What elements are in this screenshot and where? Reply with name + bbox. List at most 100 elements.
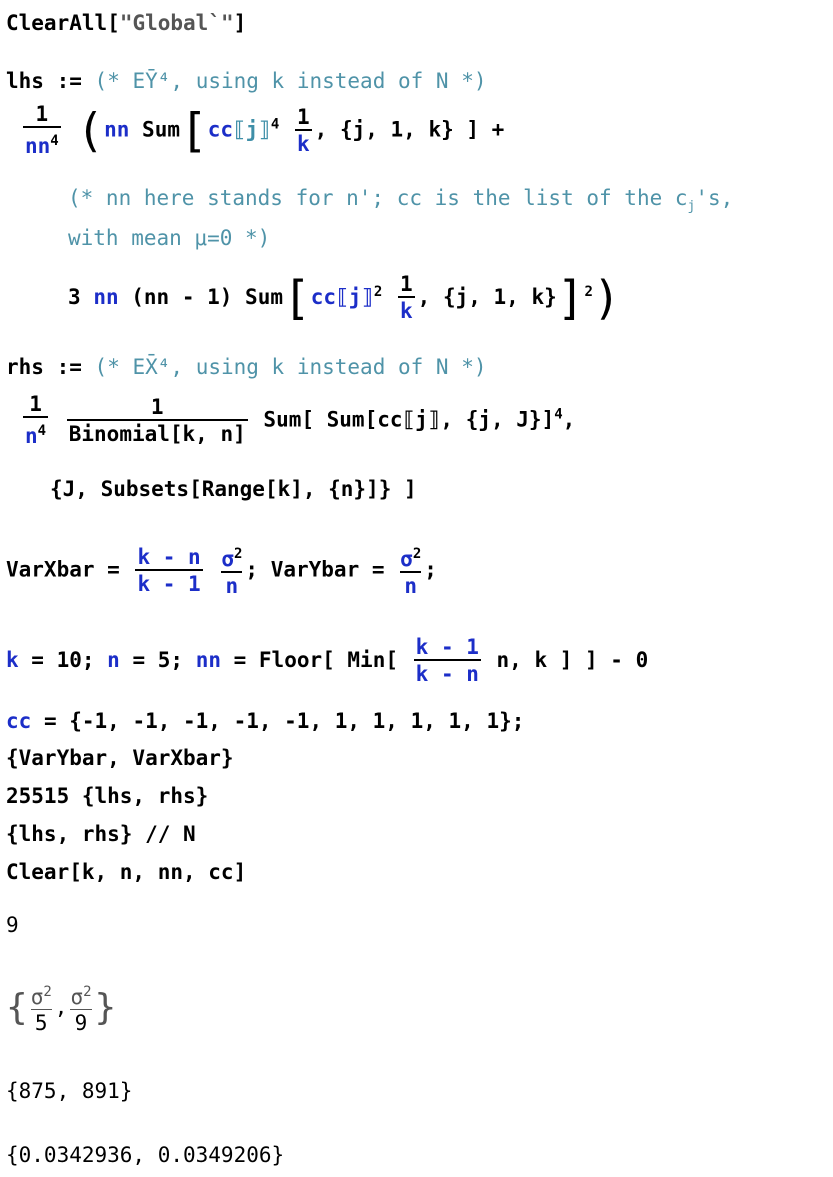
bracket: [ — [179, 103, 208, 158]
assignment-line[interactable]: k = 10; n = 5; nn = Floor[ Min[ k - 1k -… — [6, 635, 648, 687]
floor-fn: = Floor[ Min[ — [220, 648, 398, 672]
frac-den: 9 — [70, 1009, 92, 1036]
paren: ( — [76, 103, 105, 158]
frac: 1k — [295, 105, 312, 157]
frac: σ2 n — [221, 542, 243, 599]
frac-num: 1 — [35, 102, 49, 126]
sum-expr: Sum[ Sum[cc⟦j⟧, {j, J}] — [263, 407, 555, 432]
frac: σ2 n — [400, 542, 422, 599]
comment-text: (* nn here stands for n'; cc is the list… — [68, 186, 688, 210]
frac: 1k — [398, 272, 415, 324]
frac: 1 n4 — [23, 392, 49, 449]
brace: { — [6, 987, 28, 1028]
varybar: ; VarYbar = — [245, 557, 385, 582]
var-definitions[interactable]: VarXbar = k - nk - 1 σ2 n; VarYbar = σ2 n; — [6, 542, 437, 599]
frac-den: k - 1 — [135, 568, 203, 597]
frac-num: 1 — [29, 392, 42, 416]
n-value: = 5; — [119, 648, 196, 672]
frac-den: n — [400, 571, 422, 599]
bracket: [ — [282, 271, 311, 325]
rhs-name: rhs — [6, 355, 44, 379]
frac: 1 Binomial[k, n] — [66, 394, 248, 447]
cc-var: cc — [6, 709, 32, 733]
scale-line[interactable]: 25515 {lhs, rhs} — [6, 783, 208, 809]
brace: } — [94, 987, 117, 1028]
frac-num: k - 1 — [415, 635, 479, 659]
clearall-arg: "Global`" — [119, 11, 234, 35]
frac-den: k — [398, 296, 415, 324]
cc-var: cc — [207, 117, 233, 142]
rhs-line2[interactable]: {J, Subsets[Range[k], {n}]} ] — [50, 476, 417, 502]
frac-den: Binomial[k, n] — [66, 418, 248, 447]
set-delayed-op: := — [56, 69, 82, 93]
sum-fn: Sum — [142, 117, 180, 142]
frac-num: 1 — [400, 272, 413, 296]
lhs-frac: 1 nn4 — [23, 102, 61, 159]
exp: 2 — [43, 984, 52, 1000]
exp: 2 — [584, 284, 593, 300]
rhs-comment: (* EX̄⁴, using k instead of N *) — [94, 355, 487, 379]
lhs-line3[interactable]: 3 nn (nn - 1) Sum[cc⟦j⟧2 1k, {j, 1, k}]2… — [68, 272, 621, 324]
clear-line[interactable]: Clear[k, n, nn, cc] — [6, 859, 246, 885]
rest: n, k ] ] - 0 — [483, 648, 649, 672]
k-var: k — [6, 648, 19, 672]
output-2: {σ2 5, σ2 9} — [6, 980, 116, 1036]
exp: 4 — [554, 406, 563, 423]
sigma: σ — [30, 985, 44, 1009]
lhs-name: lhs — [6, 69, 44, 93]
frac: k - 1k - n — [413, 635, 481, 687]
sigma: σ — [221, 547, 234, 571]
frac-den: nn — [25, 134, 51, 158]
exp: 4 — [37, 423, 47, 439]
rhs-line1[interactable]: 1 n4 1 Binomial[k, n] Sum[ Sum[cc⟦j⟧, {j, … — [20, 392, 575, 449]
paren: ) — [592, 271, 621, 325]
rhs-definition[interactable]: rhs := (* EX̄⁴, using k instead of N *) — [6, 354, 486, 380]
frac-den: k - n — [413, 659, 481, 687]
expr: (nn - 1) Sum — [131, 285, 283, 309]
frac-num: 1 — [297, 104, 310, 129]
sum-iter: , {j, 1, k} — [417, 285, 557, 309]
output-3: {875, 891} — [6, 1079, 133, 1103]
output-1: 9 — [6, 913, 19, 937]
exp: 4 — [270, 116, 280, 133]
cc-value: = {-1, -1, -1, -1, -1, 1, 1, 1, 1, 1}; — [31, 709, 525, 733]
frac-den: 5 — [30, 1009, 52, 1036]
frac: σ2 5 — [30, 980, 52, 1036]
comment-text: 's, — [695, 186, 734, 210]
lhs-line1[interactable]: 1 nn4 (nn Sum[cc⟦j⟧4 1k, {j, 1, k} ] + — [20, 102, 504, 159]
frac: σ2 9 — [70, 980, 92, 1036]
clearall-input[interactable]: ClearAll["Global`"] — [6, 10, 246, 36]
set-delayed-op: := — [56, 355, 82, 379]
frac-den: n — [25, 424, 38, 448]
bracket: ] — [233, 11, 247, 35]
exp: 2 — [412, 546, 422, 562]
nn-var: nn — [104, 117, 130, 142]
lhs-comment3: with mean μ=0 *) — [68, 226, 271, 250]
bracket: [ — [107, 11, 120, 35]
semicolon: ; — [424, 557, 437, 582]
exp: 2 — [83, 984, 92, 1000]
var-list-line[interactable]: {VarYbar, VarXbar} — [6, 745, 234, 771]
lhs-comment2: (* nn here stands for n'; cc is the list… — [68, 185, 733, 220]
frac-den: k — [295, 128, 312, 157]
exp: 2 — [373, 284, 383, 300]
frac: k - nk - 1 — [135, 544, 203, 597]
sigma: σ — [400, 547, 413, 571]
sigma: σ — [70, 985, 84, 1009]
lhs-comment: (* EȲ⁴, using k instead of N *) — [94, 69, 487, 93]
lhs-definition[interactable]: lhs := (* EȲ⁴, using k instead of N *) — [6, 68, 486, 94]
comma: , — [562, 407, 576, 432]
frac-num: 1 — [150, 394, 164, 419]
nn-var: nn — [93, 285, 119, 309]
exp: 2 — [233, 546, 243, 562]
cc-var: cc⟦j⟧ — [310, 285, 374, 309]
clearall-fn: ClearAll — [6, 11, 108, 35]
frac-num: k - n — [137, 544, 201, 569]
n-var: n — [107, 648, 120, 672]
frac-den: n — [221, 571, 243, 599]
bracket: ] — [556, 271, 585, 325]
output-4: {0.0342936, 0.0349206} — [6, 1143, 285, 1167]
numeric-line[interactable]: {lhs, rhs} // N — [6, 821, 196, 847]
k-value: = 10; — [18, 648, 108, 672]
cc-line[interactable]: cc = {-1, -1, -1, -1, -1, 1, 1, 1, 1, 1}… — [6, 708, 524, 734]
